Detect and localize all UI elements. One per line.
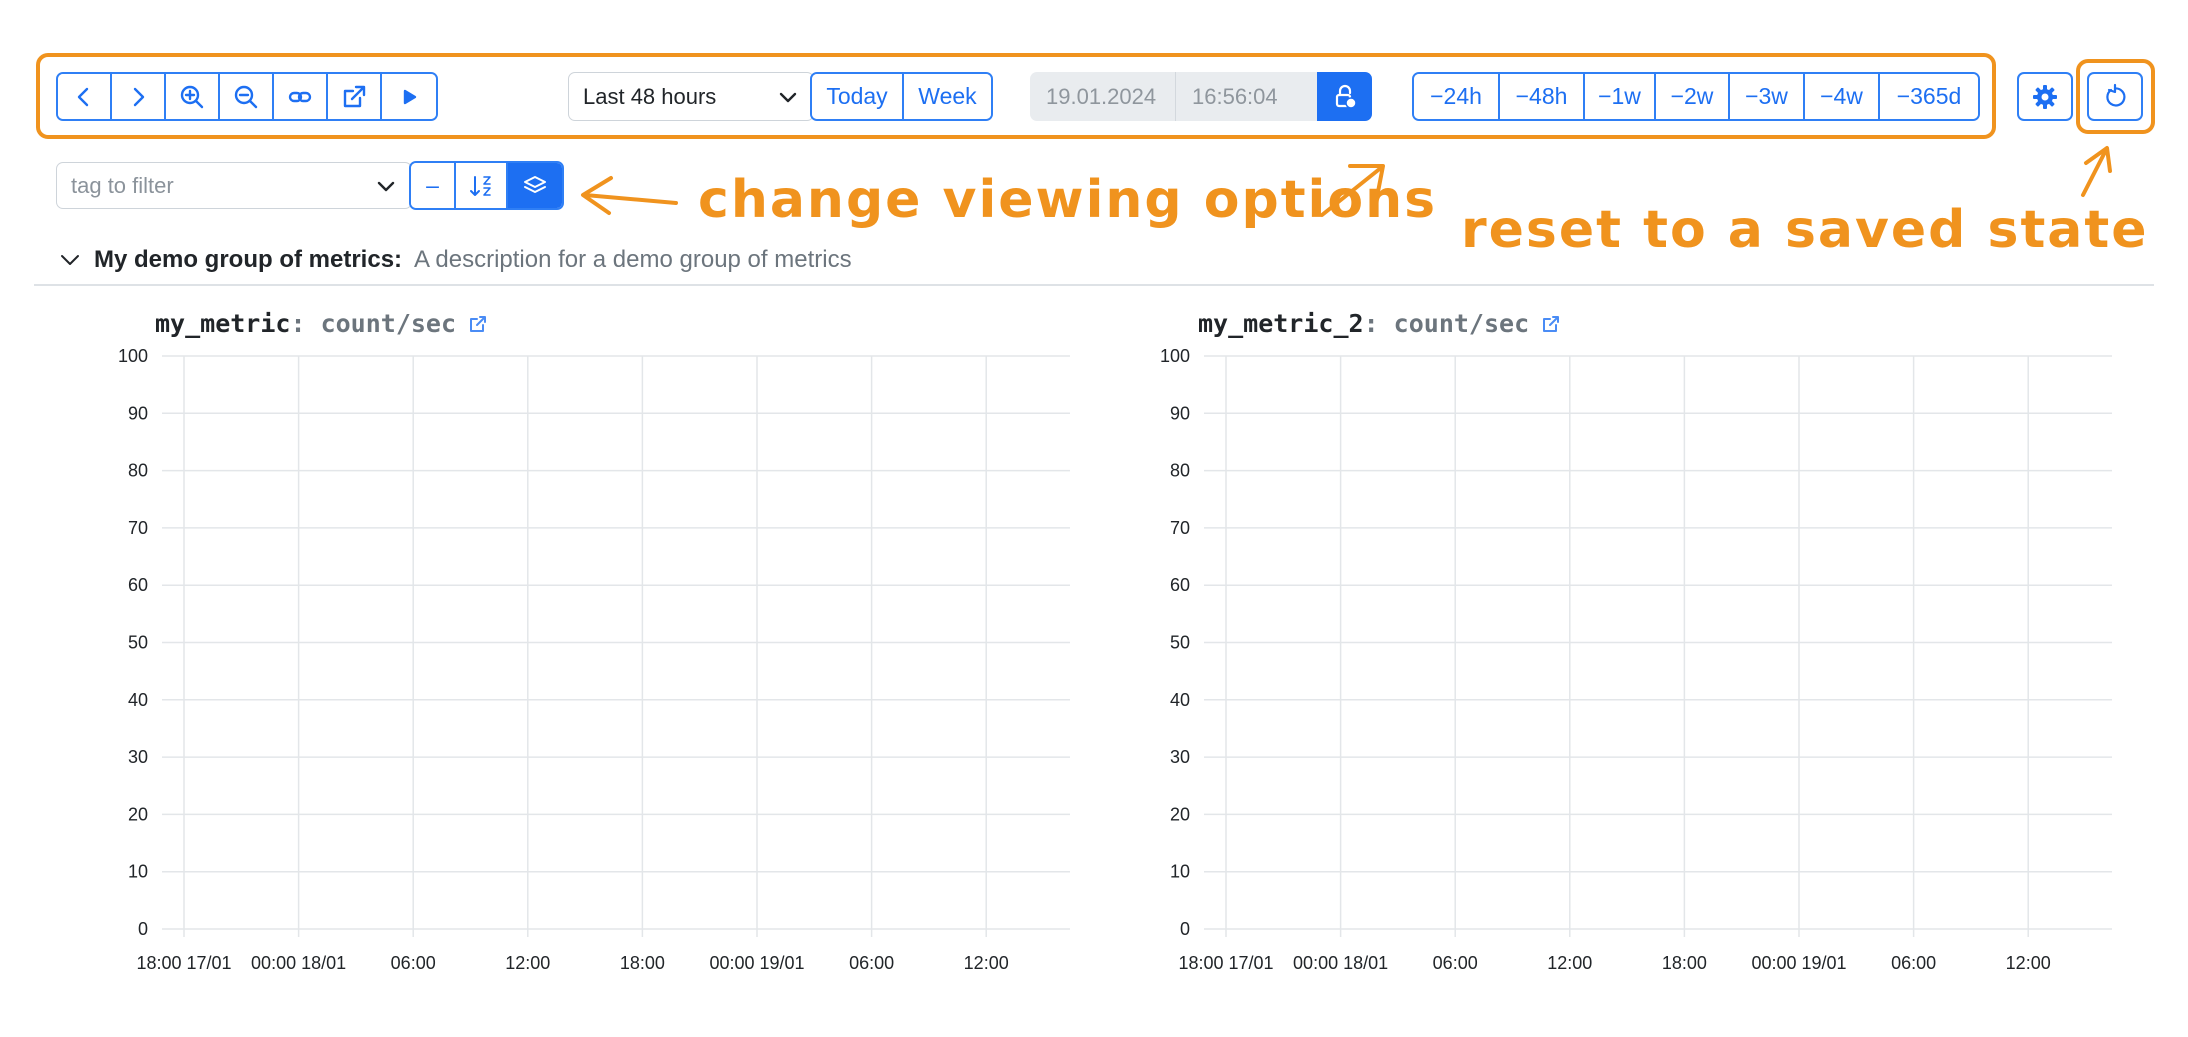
x-tick-label: 00:00 19/01 xyxy=(1751,953,1846,973)
group-description: A description for a demo group of metric… xyxy=(414,246,852,273)
divider xyxy=(34,284,2154,286)
x-tick-label: 18:00 17/01 xyxy=(1178,953,1273,973)
external-link-icon[interactable] xyxy=(468,314,488,334)
y-tick-label: 60 xyxy=(1170,575,1190,595)
annotation-viewing-options: change viewing options xyxy=(698,170,1438,230)
chart-title-2: my_metric_2: count/sec xyxy=(1198,309,1561,338)
metric-chart-1[interactable]: 0 10 20 30 40 50 60 70 80 90 100 18:00 17/01 00:00 1… xyxy=(70,340,1110,980)
y-tick-label: 80 xyxy=(1170,461,1190,481)
y-tick-label: 10 xyxy=(1170,862,1190,882)
collapse-button[interactable]: – xyxy=(411,163,456,208)
chart-title-1: my_metric: count/sec xyxy=(155,309,488,338)
sort-icon xyxy=(470,175,491,196)
group-title: My demo group of metrics: xyxy=(94,246,403,273)
layers-icon xyxy=(524,175,546,193)
y-tick-label: 70 xyxy=(128,518,148,538)
arrow-left-icon xyxy=(581,176,678,215)
metric-name: my_metric xyxy=(155,309,291,338)
sort-button[interactable] xyxy=(456,163,508,208)
y-tick-label: 80 xyxy=(128,461,148,481)
chevron-down-icon xyxy=(61,255,79,265)
settings-button[interactable] xyxy=(2017,72,2073,121)
x-tick-label: 06:00 xyxy=(1891,953,1936,973)
y-tick-label: 40 xyxy=(128,690,148,710)
y-tick-label: 100 xyxy=(118,346,148,366)
y-tick-label: 70 xyxy=(1170,518,1190,538)
annotation-reset-state: reset to a saved state xyxy=(1461,200,2149,260)
y-tick-label: 0 xyxy=(1180,919,1190,939)
y-tick-label: 20 xyxy=(1170,804,1190,824)
x-tick-label: 18:00 17/01 xyxy=(136,953,231,973)
metric-unit: : count/sec xyxy=(290,309,457,338)
y-tick-label: 10 xyxy=(128,862,148,882)
y-tick-label: 50 xyxy=(128,633,148,653)
x-tick-label: 18:00 xyxy=(620,953,665,973)
y-tick-label: 90 xyxy=(1170,403,1190,423)
x-tick-label: 06:00 xyxy=(391,953,436,973)
y-tick-label: 40 xyxy=(1170,690,1190,710)
metric-chart-2[interactable]: 0 10 20 30 40 50 60 70 80 90 100 18:00 17/01 00:00 1… xyxy=(1112,340,2152,980)
y-tick-label: 100 xyxy=(1160,346,1190,366)
y-tick-label: 60 xyxy=(128,575,148,595)
metric-unit: : count/sec xyxy=(1363,309,1530,338)
x-tick-label: 00:00 18/01 xyxy=(251,953,346,973)
y-tick-label: 50 xyxy=(1170,633,1190,653)
tag-filter-select[interactable]: tag to filter xyxy=(56,162,412,209)
y-tick-label: 20 xyxy=(128,804,148,824)
y-tick-label: 30 xyxy=(128,747,148,767)
x-tick-label: 06:00 xyxy=(849,953,894,973)
tag-filter-placeholder: tag to filter xyxy=(71,172,174,198)
y-tick-label: 30 xyxy=(1170,747,1190,767)
layers-button[interactable] xyxy=(508,163,562,208)
gear-icon xyxy=(2033,84,2057,109)
x-tick-label: 12:00 xyxy=(964,953,1009,973)
x-tick-label: 12:00 xyxy=(1547,953,1592,973)
y-tick-label: 90 xyxy=(128,403,148,423)
x-tick-label: 00:00 18/01 xyxy=(1293,953,1388,973)
x-tick-label: 12:00 xyxy=(505,953,550,973)
x-tick-label: 06:00 xyxy=(1433,953,1478,973)
metric-name: my_metric_2 xyxy=(1198,309,1364,338)
filter-options-group: – xyxy=(409,161,564,210)
group-header[interactable]: My demo group of metrics: A description … xyxy=(58,246,852,274)
x-tick-label: 00:00 19/01 xyxy=(709,953,804,973)
x-tick-label: 12:00 xyxy=(2006,953,2051,973)
external-link-icon[interactable] xyxy=(1541,314,1561,334)
arrow-up-icon xyxy=(2081,146,2112,197)
x-tick-label: 18:00 xyxy=(1662,953,1707,973)
chevron-down-icon xyxy=(377,181,395,191)
toolbar-highlight xyxy=(36,53,1996,139)
y-tick-label: 0 xyxy=(138,919,148,939)
reset-highlight xyxy=(2076,59,2155,134)
